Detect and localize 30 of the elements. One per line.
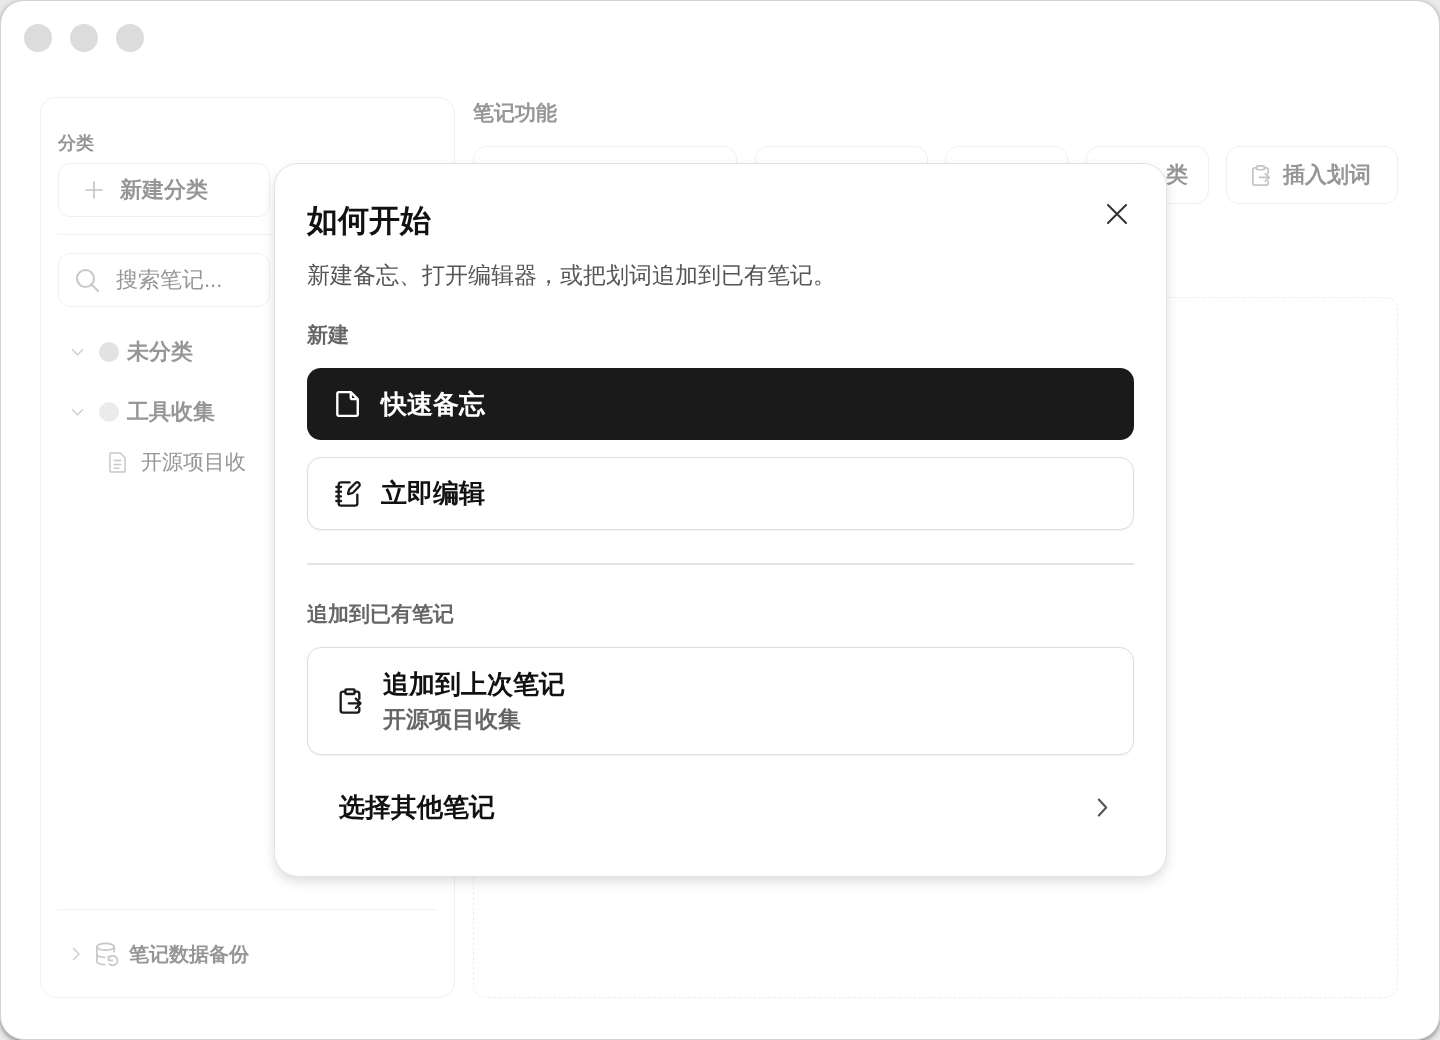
edit-now-button[interactable]: 立即编辑 [307,457,1134,530]
section-heading: 追加到已有笔记 [307,600,454,627]
notebook-pen-icon [334,479,362,508]
database-icon [95,941,120,967]
chevron-right-icon [1097,798,1108,817]
tree-item[interactable]: 开源项目收 [58,440,246,484]
choose-note-item[interactable]: 选择其他笔记 [307,775,1134,840]
quick-note-button[interactable]: 快速备忘 [307,368,1134,440]
document-icon [109,451,126,473]
note-icon [333,390,361,418]
page-title: 笔记功能 [473,101,557,125]
section-heading: 新建 [307,322,349,348]
window-control-icon[interactable] [24,24,52,52]
window-control-icon[interactable] [116,24,144,52]
recent-note-card[interactable]: 追加到上次笔记 开源项目收集 [307,646,1134,755]
search-field[interactable]: 搜索笔记... [58,253,270,307]
backup-item[interactable]: 笔记数据备份 [58,930,437,978]
clipboard-arrow-icon [1249,163,1272,187]
window-control-icon[interactable] [70,24,98,52]
tree-item[interactable]: 工具收集 [58,388,223,436]
insert-selection-button[interactable]: 插入划词 [1226,146,1398,204]
tree-item[interactable]: 未分类 [58,328,201,376]
plus-icon [85,181,103,199]
dialog-title: 如何开始 [307,202,431,240]
toolbar-button-label[interactable]: 类 [1165,160,1188,190]
close-icon [1107,204,1127,224]
section-label: 分类 [58,132,94,155]
new-category-button[interactable]: 新建分类 [58,163,270,217]
search-icon [75,268,99,292]
dialog-description: 新建备忘、打开编辑器，或把划词追加到已有笔记。 [307,262,836,290]
